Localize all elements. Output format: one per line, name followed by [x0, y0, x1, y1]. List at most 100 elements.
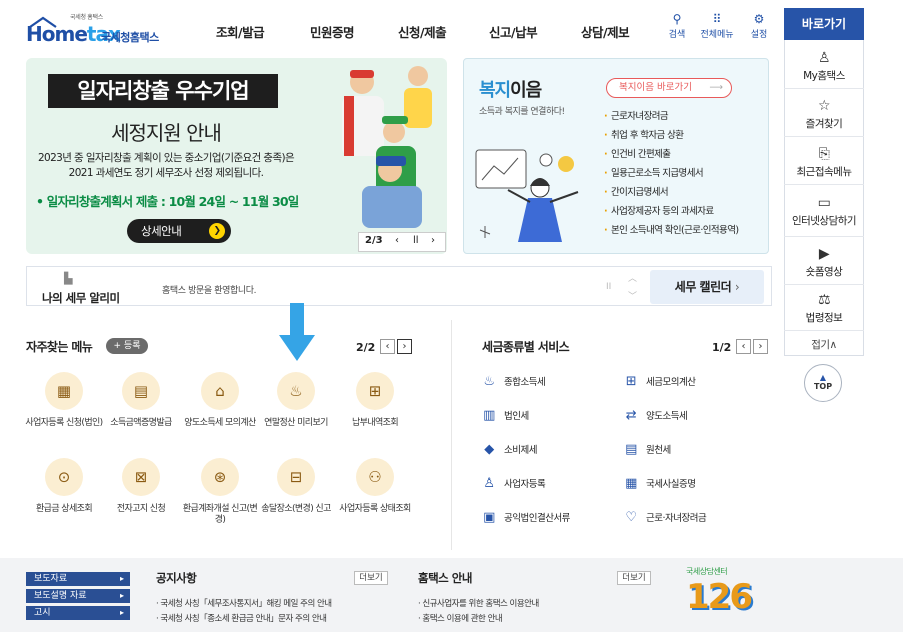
certificate-icon: ▦: [625, 476, 637, 491]
chevron-up-icon: ▲: [819, 373, 827, 382]
press-release-link[interactable]: 보도자료: [26, 572, 130, 586]
quick-law-info[interactable]: ⚖ 법령정보: [784, 290, 864, 325]
long-arrow-icon: ⟶: [709, 82, 723, 93]
divider: [784, 136, 864, 137]
favorites-next-button[interactable]: ›: [397, 339, 412, 354]
notice-link[interactable]: 고시: [26, 606, 130, 620]
top-button[interactable]: ▲ TOP: [804, 364, 842, 402]
favorite-menu-item[interactable]: ⊙ 환급금 상세조회: [24, 458, 104, 515]
people-search-icon: ⚇: [356, 458, 394, 496]
notice-more-button[interactable]: 더보기: [354, 571, 388, 585]
guide-item[interactable]: · 홈택스 이용에 관한 안내: [418, 612, 503, 624]
favorite-menu-item[interactable]: ⊟ 송달장소(변경) 신고: [256, 458, 336, 515]
favorite-menu-item[interactable]: ▦ 사업자등록 신청(법인): [24, 372, 104, 429]
monitor-icon: ▭: [817, 195, 831, 211]
delivery-icon: ⊟: [277, 458, 315, 496]
hometax-logo[interactable]: 국세청 홈택스 Hometax 국세청홈택스: [26, 12, 176, 46]
favorite-menu-item[interactable]: ⊠ 전자고지 신청: [101, 458, 181, 515]
quick-shortform[interactable]: ▶ 숏폼영상: [784, 244, 864, 279]
all-menu-button[interactable]: ⠿ 전체메뉴: [700, 11, 734, 40]
quick-collapse-button[interactable]: 접기∧: [784, 337, 864, 352]
notifier-pause-button[interactable]: II: [606, 282, 611, 292]
doc-icon: ▤: [625, 442, 637, 457]
tax-service-item[interactable]: ♨ 종합소득세: [480, 374, 545, 391]
notice-item[interactable]: · 국세청 사칭「종소세 환급금 안내」문자 주의 안내: [156, 612, 327, 624]
notice-icon: ⊠: [122, 458, 160, 496]
favorite-menu-item[interactable]: ⊛ 환급계좌개설 신고(변경): [180, 458, 260, 526]
consult-center-number: 126: [686, 577, 753, 617]
nav-inquiry-issue[interactable]: 조회/발급: [216, 22, 265, 41]
nav-civil-cert[interactable]: 민원증명: [310, 22, 355, 41]
welfare-item[interactable]: 본인 소득내역 확인(근로·인적용역): [604, 222, 739, 236]
notifier-message: 홈택스 방문을 환영합니다.: [162, 286, 257, 296]
banner-pause-button[interactable]: ll: [413, 235, 419, 246]
tax-service-item[interactable]: ⊞ 세금모의계산: [622, 374, 696, 391]
quick-panel-title[interactable]: 바로가기: [784, 8, 864, 40]
notifier-icon: ▙: [64, 272, 73, 285]
section-divider: [451, 320, 452, 550]
arrow-down-icon: [279, 303, 315, 361]
tax-service-item[interactable]: ▤ 원천세: [622, 442, 671, 459]
gavel-icon: ⚖: [817, 292, 831, 308]
notice-item[interactable]: · 국세청 사칭「세무조사통지서」해킹 메일 주의 안내: [156, 597, 332, 609]
settings-button[interactable]: ⚙ 설정: [742, 11, 776, 40]
calendar-icon: ▦: [45, 372, 83, 410]
quick-my-hometax[interactable]: ♙ My홈택스: [784, 48, 864, 83]
divider: [784, 330, 864, 331]
banner-next-button[interactable]: ›: [431, 235, 435, 246]
tax-service-item[interactable]: ♡ 근로·자녀장려금: [622, 510, 706, 527]
welfare-item[interactable]: 사업장제공자 등의 과세자료: [604, 203, 714, 217]
tax-service-item[interactable]: ♙ 사업자등록: [480, 476, 545, 493]
notifier-scroll-buttons[interactable]: ︿ ﹀: [628, 270, 637, 306]
banner-detail-button[interactable]: 상세안내 ❯: [127, 219, 231, 243]
tax-services-prev-button[interactable]: ‹: [736, 339, 751, 354]
tax-services-next-button[interactable]: ›: [753, 339, 768, 354]
welfare-item[interactable]: 취업 후 학자금 상환: [604, 127, 684, 141]
welfare-item[interactable]: 인건비 간편제출: [604, 146, 671, 160]
moneybag-icon: ♨: [483, 374, 495, 389]
tax-service-item[interactable]: ⇄ 양도소득세: [622, 408, 688, 425]
search-button[interactable]: ⚲ 검색: [660, 11, 694, 40]
tax-service-item[interactable]: ◆ 소비제세: [480, 442, 537, 459]
nav-report-pay[interactable]: 신고/납부: [489, 22, 538, 41]
tax-service-item[interactable]: ▣ 공익법인결산서류: [480, 510, 570, 527]
consult-center-126[interactable]: 국세상담센터 126: [686, 566, 766, 626]
quick-recent-menu[interactable]: ⎘ 최근접속메뉴: [784, 144, 864, 179]
guide-title: 홈택스 안내: [418, 571, 472, 585]
divider: [784, 88, 864, 89]
star-icon: ☆: [817, 98, 831, 114]
welfare-tagline: 소득과 복지를 연결하다!: [479, 107, 565, 117]
favorites-prev-button[interactable]: ‹: [380, 339, 395, 354]
press-explanation-link[interactable]: 보도설명 자료: [26, 589, 130, 603]
welfare-item[interactable]: 일용근로소득 지급명세서: [604, 165, 704, 179]
favorite-menu-item[interactable]: ⊞ 납부내역조회: [335, 372, 415, 429]
tax-calendar-button[interactable]: 세무 캘린더 ›: [650, 270, 764, 304]
guide-item[interactable]: · 신규사업자를 위한 홈택스 이용안내: [418, 597, 539, 609]
favorite-menu-item[interactable]: ▤ 소득금액증명발급: [101, 372, 181, 429]
favorites-title: 자주찾는 메뉴: [26, 340, 93, 354]
favorites-register-button[interactable]: + 등록: [106, 338, 148, 354]
heart-icon: ♡: [625, 510, 637, 525]
divider: [784, 284, 864, 285]
welfare-item[interactable]: 근로자녀장려금: [604, 108, 669, 122]
banner-desc: 2023년 중 일자리창출 계획이 있는 중소기업(기준요건 충족)은: [37, 152, 295, 164]
favorite-menu-item[interactable]: ⚇ 사업자등록 상태조회: [335, 458, 415, 515]
banner-subtitle: 세정지원 안내: [111, 121, 222, 145]
welfare-shortcut-button[interactable]: 복지이음 바로가기 ⟶: [606, 78, 732, 98]
tax-service-item[interactable]: ▥ 법인세: [480, 408, 529, 425]
transfer-icon: ⇄: [625, 408, 637, 423]
banner-prev-button[interactable]: ‹: [395, 235, 399, 246]
guide-more-button[interactable]: 더보기: [617, 571, 651, 585]
divider: [784, 184, 864, 185]
favorite-menu-item[interactable]: ♨ 연말정산 미리보기: [256, 372, 336, 429]
quick-online-consult[interactable]: ▭ 인터넷상담하기: [784, 193, 864, 228]
nav-apply-submit[interactable]: 신청/제출: [398, 22, 447, 41]
tax-services-title: 세금종류별 서비스: [482, 340, 570, 354]
favorite-menu-item[interactable]: ⌂ 양도소득세 모의계산: [180, 372, 260, 429]
nav-consult-report[interactable]: 상담/제보: [581, 22, 630, 41]
house-icon: ⌂: [201, 372, 239, 410]
quick-favorites[interactable]: ☆ 즐겨찾기: [784, 96, 864, 131]
welfare-item[interactable]: 간이지급명세서: [604, 184, 669, 198]
hometax-page: 국세청 홈택스 Hometax 국세청홈택스 조회/발급 민원증명 신청/제출 …: [0, 0, 903, 632]
tax-service-item[interactable]: ▦ 국세사실증명: [622, 476, 696, 493]
